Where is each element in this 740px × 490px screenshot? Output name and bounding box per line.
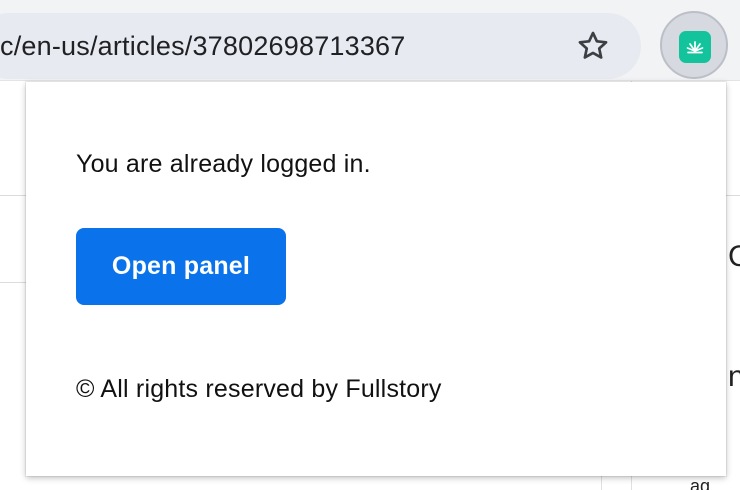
address-bar[interactable]: c/en-us/articles/37802698713367 — [0, 13, 641, 79]
extension-button[interactable] — [660, 11, 728, 79]
browser-toolbar: c/en-us/articles/37802698713367 — [0, 0, 740, 81]
login-status-text: You are already logged in. — [76, 150, 371, 178]
page-divider — [726, 195, 740, 196]
page-divider — [0, 282, 26, 283]
fullstory-logo-icon — [679, 31, 711, 63]
page-column-divider — [601, 476, 602, 490]
star-icon[interactable] — [576, 29, 610, 63]
page-text-fragment: na — [728, 360, 740, 393]
page-text-fragment: C — [728, 240, 740, 273]
browser-window: C na ag c/en-us/articles/37802698713367 — [0, 0, 740, 490]
page-text-fragment: ag — [690, 476, 711, 490]
page-divider — [0, 195, 26, 196]
extension-popup: You are already logged in. Open panel © … — [26, 82, 726, 476]
copyright-text: © All rights reserved by Fullstory — [76, 375, 442, 403]
open-panel-button[interactable]: Open panel — [76, 228, 286, 305]
url-text[interactable]: c/en-us/articles/37802698713367 — [0, 13, 406, 79]
fullstory-logo-icon — [686, 41, 704, 54]
